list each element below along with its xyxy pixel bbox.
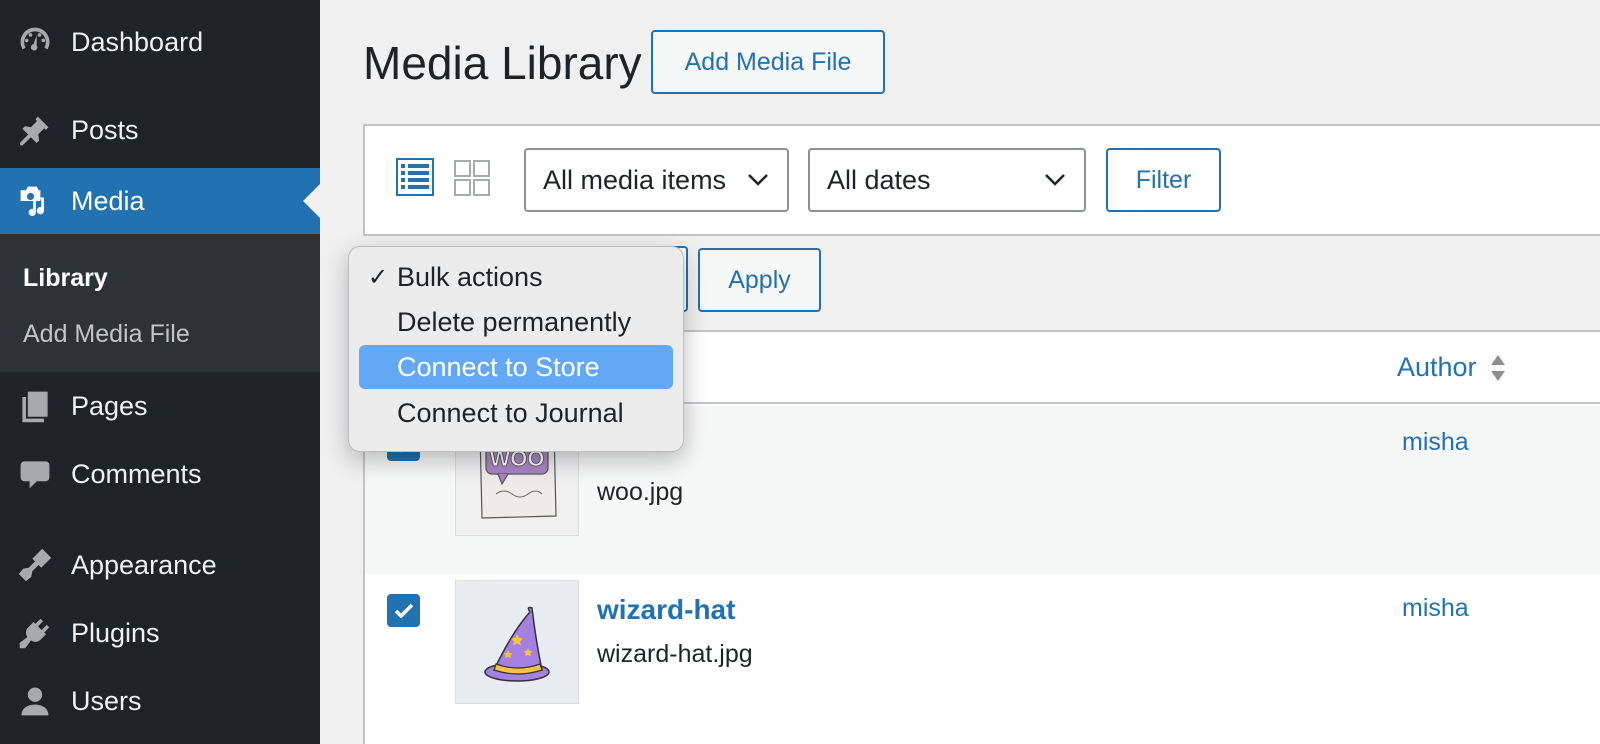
sidebar-item-plugins[interactable]: Plugins <box>0 600 320 666</box>
sidebar-label-dashboard: Dashboard <box>71 26 204 57</box>
dates-select[interactable]: All dates <box>808 148 1086 212</box>
row-title-link[interactable]: wizard-hat <box>597 594 735 626</box>
media-type-value: All media items <box>543 164 727 195</box>
sidebar-label-posts: Posts <box>71 114 139 145</box>
user-icon <box>17 683 53 719</box>
pages-icon <box>17 388 53 424</box>
sidebar-item-pages[interactable]: Pages <box>0 373 320 439</box>
submenu-item-add-media-file[interactable]: Add Media File <box>23 320 190 349</box>
check-icon: ✓ <box>367 263 389 291</box>
sidebar-label-appearance: Appearance <box>71 549 217 580</box>
dates-value: All dates <box>827 164 931 195</box>
sidebar-label-plugins: Plugins <box>71 617 160 648</box>
thumbnail-wizard-hat[interactable] <box>455 580 579 704</box>
sidebar-label-media: Media <box>71 185 145 216</box>
sort-icon <box>1490 354 1505 381</box>
table-row: wizard-hat wizard-hat.jpg misha <box>365 574 1600 742</box>
sidebar-label-users: Users <box>71 685 142 716</box>
author-header-label: Author <box>1397 352 1477 382</box>
filter-button[interactable]: Filter <box>1106 148 1221 212</box>
row-filename: wizard-hat.jpg <box>597 640 753 668</box>
add-media-file-button[interactable]: Add Media File <box>651 30 885 94</box>
dropdown-option-label: Delete permanently <box>397 306 632 337</box>
row-author-link[interactable]: misha <box>1402 594 1469 623</box>
dropdown-option-label: Bulk actions <box>397 261 543 292</box>
dropdown-option-delete-permanently[interactable]: Delete permanently <box>359 300 673 344</box>
sidebar-item-media[interactable]: Media <box>0 168 320 234</box>
media-type-select[interactable]: All media items <box>524 148 789 212</box>
sidebar-label-pages: Pages <box>71 390 148 421</box>
dropdown-option-label: Connect to Store <box>397 351 600 382</box>
apply-button[interactable]: Apply <box>698 248 821 312</box>
dropdown-option-label: Connect to Journal <box>397 397 624 428</box>
checkmark-icon <box>394 603 413 618</box>
sidebar-item-comments[interactable]: Comments <box>0 441 320 507</box>
wizard-hat-icon <box>484 606 550 682</box>
row-checkbox[interactable] <box>387 594 420 627</box>
author-column-header[interactable]: Author <box>1397 352 1507 383</box>
list-view-icon[interactable] <box>396 158 434 196</box>
plug-icon <box>17 615 53 651</box>
media-submenu: Library Add Media File <box>0 234 320 372</box>
page-title: Media Library <box>363 37 642 89</box>
admin-sidebar: Dashboard Posts Media Library Add Media … <box>0 0 320 744</box>
sidebar-item-users[interactable]: Users <box>0 668 320 734</box>
chevron-down-icon <box>1045 174 1065 186</box>
row-filename: woo.jpg <box>597 478 684 506</box>
dropdown-option-connect-to-store[interactable]: Connect to Store <box>359 345 673 389</box>
bulk-actions-dropdown: ✓ Bulk actions Delete permanently Connec… <box>348 246 684 452</box>
chevron-down-icon <box>748 174 768 186</box>
sidebar-item-posts[interactable]: Posts <box>0 97 320 163</box>
dropdown-option-connect-to-journal[interactable]: Connect to Journal <box>359 391 673 435</box>
dashboard-icon <box>17 24 53 60</box>
row-author-link[interactable]: misha <box>1402 428 1469 457</box>
sidebar-item-appearance[interactable]: Appearance <box>0 532 320 598</box>
dropdown-option-bulk-actions[interactable]: ✓ Bulk actions <box>359 255 673 299</box>
comment-icon <box>17 456 53 492</box>
submenu-item-library[interactable]: Library <box>23 264 108 293</box>
sidebar-item-dashboard[interactable]: Dashboard <box>0 9 320 75</box>
paintbrush-icon <box>17 547 53 583</box>
grid-view-icon[interactable] <box>454 160 490 196</box>
pushpin-icon <box>17 112 53 148</box>
media-icon <box>17 183 53 219</box>
sidebar-label-comments: Comments <box>71 458 202 489</box>
